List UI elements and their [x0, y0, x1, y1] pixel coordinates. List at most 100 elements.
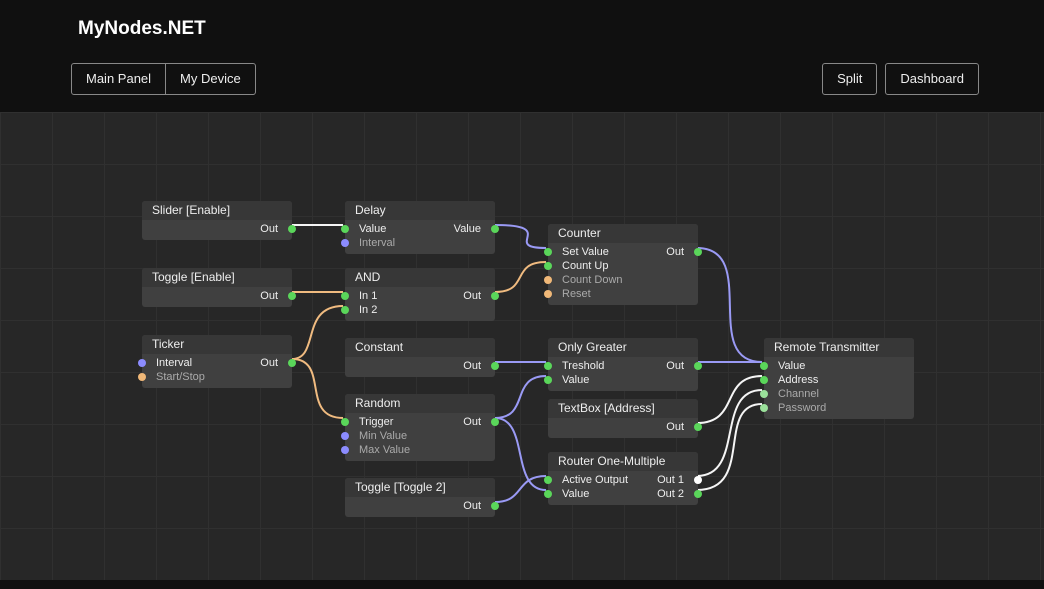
node-random[interactable]: Random Trigger Out Min Value Max Value	[345, 394, 495, 461]
port-in-active[interactable]	[544, 476, 552, 484]
port-out[interactable]	[288, 359, 296, 367]
port-in-countdown[interactable]	[544, 276, 552, 284]
node-slider-enable[interactable]: Slider [Enable] Out	[142, 201, 292, 240]
node-delay[interactable]: Delay Value Value Interval	[345, 201, 495, 254]
port-label-out: Out	[463, 359, 481, 373]
port-label-out: Out	[260, 222, 278, 236]
port-in-1[interactable]	[341, 292, 349, 300]
node-canvas[interactable]: Slider [Enable] Out Toggle [Enable] Out …	[0, 112, 1044, 580]
bottom-bar	[0, 580, 1044, 589]
port-label-out: Value	[454, 222, 481, 236]
node-title: Random	[345, 394, 495, 413]
node-title: TextBox [Address]	[548, 399, 698, 418]
port-in-value[interactable]	[544, 490, 552, 498]
node-title: Only Greater	[548, 338, 698, 357]
node-title: Constant	[345, 338, 495, 357]
node-title: Toggle [Toggle 2]	[345, 478, 495, 497]
port-out-2[interactable]	[694, 490, 702, 498]
tab-my-device[interactable]: My Device	[165, 63, 256, 95]
split-button[interactable]: Split	[822, 63, 877, 95]
port-out-value[interactable]	[491, 225, 499, 233]
port-label-out: Out	[666, 420, 684, 434]
port-label: Channel	[778, 387, 819, 401]
port-label-out: Out	[666, 245, 684, 259]
top-bar: MyNodes.NET Main Panel My Device Split D…	[0, 0, 1044, 112]
node-title: Counter	[548, 224, 698, 243]
port-in-interval[interactable]	[138, 359, 146, 367]
port-label: Address	[778, 373, 818, 387]
port-out[interactable]	[491, 502, 499, 510]
port-out[interactable]	[288, 225, 296, 233]
port-label: Set Value	[562, 245, 609, 259]
node-toggle-enable[interactable]: Toggle [Enable] Out	[142, 268, 292, 307]
action-buttons: Split Dashboard	[822, 63, 979, 95]
node-toggle-2[interactable]: Toggle [Toggle 2] Out	[345, 478, 495, 517]
tab-main-panel[interactable]: Main Panel	[71, 63, 166, 95]
port-label: Count Down	[562, 273, 623, 287]
port-label: Interval	[359, 236, 395, 250]
port-label: Max Value	[359, 443, 410, 457]
node-title: Router One-Multiple	[548, 452, 698, 471]
node-title: Delay	[345, 201, 495, 220]
port-in-2[interactable]	[341, 306, 349, 314]
port-in-countup[interactable]	[544, 262, 552, 270]
port-label: Min Value	[359, 429, 407, 443]
port-in-value[interactable]	[544, 376, 552, 384]
port-label: Password	[778, 401, 826, 415]
port-in-min[interactable]	[341, 432, 349, 440]
port-in-setvalue[interactable]	[544, 248, 552, 256]
node-title: Toggle [Enable]	[142, 268, 292, 287]
port-label-out: Out 2	[657, 487, 684, 501]
port-label: Trigger	[359, 415, 393, 429]
node-constant[interactable]: Constant Out	[345, 338, 495, 377]
node-remote-transmitter[interactable]: Remote Transmitter Value Address Channel…	[764, 338, 914, 419]
port-label: In 2	[359, 303, 377, 317]
port-in-interval[interactable]	[341, 239, 349, 247]
port-in-address[interactable]	[760, 376, 768, 384]
port-out[interactable]	[694, 248, 702, 256]
port-in-startstop[interactable]	[138, 373, 146, 381]
node-title: Slider [Enable]	[142, 201, 292, 220]
port-label: Reset	[562, 287, 591, 301]
port-label: In 1	[359, 289, 377, 303]
port-in-trigger[interactable]	[341, 418, 349, 426]
node-textbox-address[interactable]: TextBox [Address] Out	[548, 399, 698, 438]
port-label: Interval	[156, 356, 192, 370]
port-out[interactable]	[288, 292, 296, 300]
dashboard-button[interactable]: Dashboard	[885, 63, 979, 95]
port-label-out: Out	[463, 415, 481, 429]
port-label-out: Out 1	[657, 473, 684, 487]
port-label: Active Output	[562, 473, 628, 487]
node-ticker[interactable]: Ticker Interval Out Start/Stop	[142, 335, 292, 388]
node-only-greater[interactable]: Only Greater Treshold Out Value	[548, 338, 698, 391]
port-out-1[interactable]	[694, 476, 702, 484]
port-label: Count Up	[562, 259, 608, 273]
brand-title: MyNodes.NET	[78, 18, 206, 40]
node-title: AND	[345, 268, 495, 287]
port-label: Value	[778, 359, 805, 373]
port-in-treshold[interactable]	[544, 362, 552, 370]
port-in-value[interactable]	[341, 225, 349, 233]
node-counter[interactable]: Counter Set Value Out Count Up Count Dow…	[548, 224, 698, 305]
node-title: Remote Transmitter	[764, 338, 914, 357]
port-label-out: Out	[463, 289, 481, 303]
port-out[interactable]	[491, 362, 499, 370]
port-out[interactable]	[694, 362, 702, 370]
port-in-password[interactable]	[760, 404, 768, 412]
port-out[interactable]	[694, 423, 702, 431]
port-in-value[interactable]	[760, 362, 768, 370]
port-label-out: Out	[666, 359, 684, 373]
port-in-reset[interactable]	[544, 290, 552, 298]
port-out[interactable]	[491, 292, 499, 300]
port-in-channel[interactable]	[760, 390, 768, 398]
port-label: Value	[562, 487, 589, 501]
port-label: Value	[562, 373, 589, 387]
node-router-one-multiple[interactable]: Router One-Multiple Active Output Out 1 …	[548, 452, 698, 505]
node-and[interactable]: AND In 1 Out In 2	[345, 268, 495, 321]
port-label-out: Out	[463, 499, 481, 513]
port-label-out: Out	[260, 356, 278, 370]
port-label-out: Out	[260, 289, 278, 303]
port-out[interactable]	[491, 418, 499, 426]
port-in-max[interactable]	[341, 446, 349, 454]
breadcrumb-tabs: Main Panel My Device	[71, 63, 256, 95]
